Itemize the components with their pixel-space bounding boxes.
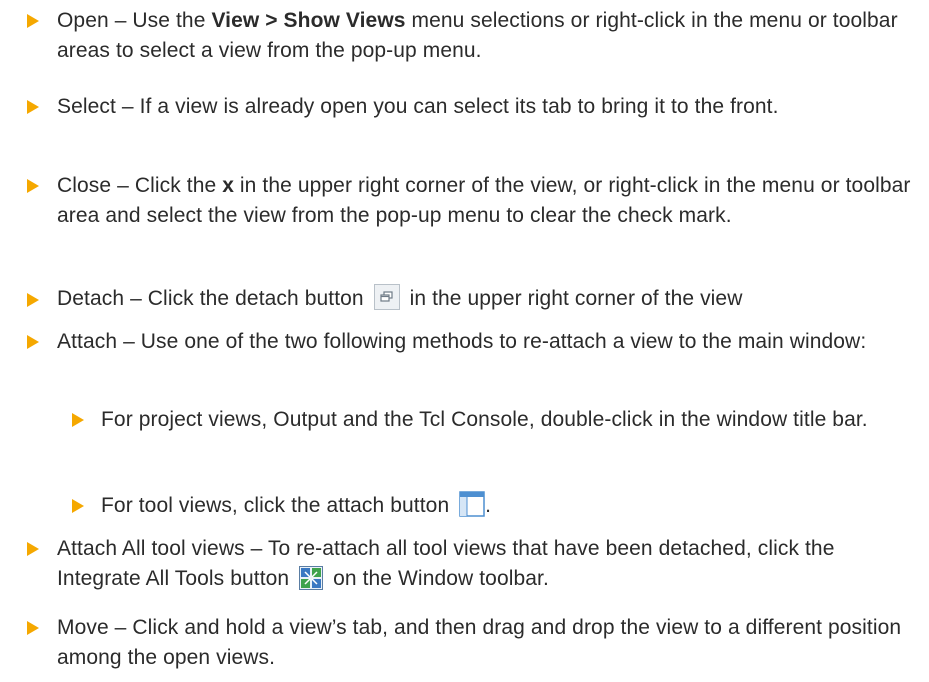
bullet-marker xyxy=(72,499,84,513)
bullet-marker xyxy=(27,335,39,349)
bullet-marker xyxy=(27,542,39,556)
attach-text: Attach – Use one of the two following me… xyxy=(57,330,867,353)
select-text: Select – If a view is already open you c… xyxy=(57,95,779,118)
bullet-close: Close – Click the x in the upper right c… xyxy=(57,171,923,230)
integrate-all-tools-icon xyxy=(299,565,324,590)
attach-all-text-post: on the Window toolbar. xyxy=(333,566,549,590)
move-text: Move – Click and hold a view’s tab, and … xyxy=(57,616,902,669)
bullet-marker xyxy=(27,14,39,28)
document-page: Open – Use the View > Show Views menu se… xyxy=(0,0,929,682)
attach-tool-text-pre: For tool views, click the attach button xyxy=(101,494,450,517)
detach-icon xyxy=(373,284,400,310)
open-text-pre: Open – Use the xyxy=(57,9,212,32)
close-x-label: x xyxy=(222,174,234,197)
bullet-attach: Attach – Use one of the two following me… xyxy=(57,327,923,357)
bullet-marker xyxy=(27,293,39,307)
open-menu-path: View > Show Views xyxy=(211,9,406,32)
close-text-pre: Close – Click the xyxy=(57,174,223,197)
bullet-select: Select – If a view is already open you c… xyxy=(57,92,923,122)
bullet-marker xyxy=(72,413,84,427)
bullet-attach-project-views: For project views, Output and the Tcl Co… xyxy=(101,405,923,435)
bullet-marker xyxy=(27,621,39,635)
bullet-attach-tool-views: For tool views, click the attach button … xyxy=(101,491,923,521)
bullet-marker xyxy=(27,100,39,114)
attach-window-icon xyxy=(459,491,485,517)
bullet-attach-all: Attach All tool views – To re-attach all… xyxy=(57,534,923,593)
bullet-open: Open – Use the View > Show Views menu se… xyxy=(57,6,923,65)
attach-project-text: For project views, Output and the Tcl Co… xyxy=(101,408,868,431)
detach-text-post: in the upper right corner of the view xyxy=(409,287,743,310)
bullet-detach: Detach – Click the detach button in the … xyxy=(57,284,923,314)
bullet-move: Move – Click and hold a view’s tab, and … xyxy=(57,613,923,672)
bullet-marker xyxy=(27,179,39,193)
detach-text-pre: Detach – Click the detach button xyxy=(57,287,364,310)
attach-tool-text-post: . xyxy=(485,494,492,517)
